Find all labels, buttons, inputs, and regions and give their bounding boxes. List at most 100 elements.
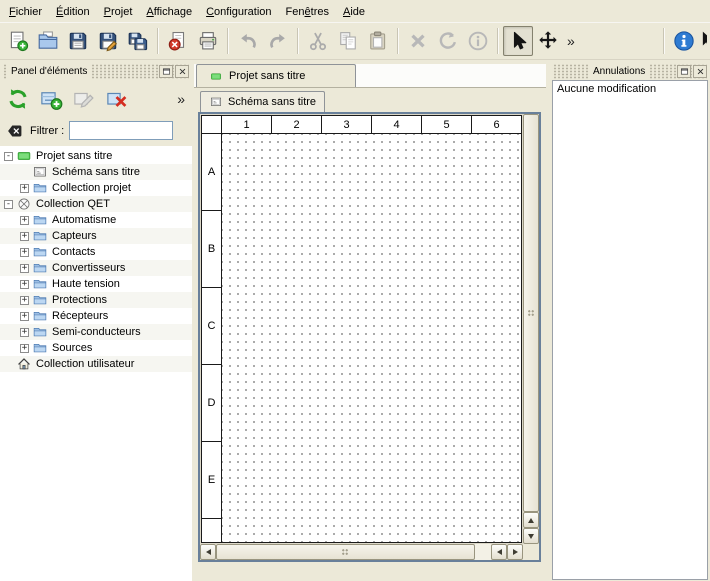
tree-item-convertisseurs[interactable]: + Convertisseurs bbox=[0, 260, 192, 276]
menu-fenetres[interactable]: Fenêtres bbox=[279, 1, 336, 22]
expand-expander-icon[interactable]: + bbox=[20, 344, 29, 353]
undo-panel-float-button[interactable] bbox=[677, 65, 691, 78]
tree-item-recepteurs[interactable]: +Récepteurs bbox=[0, 308, 192, 324]
expand-expander-icon[interactable]: + bbox=[20, 296, 29, 305]
expand-expander-icon[interactable]: + bbox=[20, 328, 29, 337]
move-tool-button[interactable] bbox=[533, 26, 563, 56]
column-headers: 123456 bbox=[202, 116, 521, 134]
elements-panel-close-button[interactable] bbox=[175, 65, 189, 78]
new-element-button[interactable] bbox=[36, 84, 66, 114]
clear-filter-button[interactable] bbox=[5, 123, 25, 139]
delete-element-button[interactable] bbox=[102, 84, 132, 114]
expand-expander-icon[interactable]: + bbox=[20, 216, 29, 225]
tree-item-haute-tension[interactable]: +Haute tension bbox=[0, 276, 192, 292]
elements-panel-titlebar[interactable]: Panel d'éléments bbox=[3, 64, 189, 79]
scroll-down-button[interactable] bbox=[523, 528, 539, 544]
tree-item-collection-qet[interactable]: -Collection QET bbox=[0, 196, 192, 212]
tree-item-label: Contacts bbox=[52, 246, 95, 258]
expand-expander-icon[interactable]: + bbox=[20, 248, 29, 257]
undo-panel: Annulations Aucune modification bbox=[550, 62, 710, 581]
tab-projet-sans-titre[interactable]: Projet sans titre bbox=[196, 64, 356, 87]
row-header-d: D bbox=[202, 365, 221, 442]
reload-button[interactable] bbox=[3, 84, 33, 114]
tree-item-label: Protections bbox=[52, 294, 107, 306]
expand-expander-icon[interactable]: + bbox=[20, 280, 29, 289]
down-arrow-icon bbox=[528, 534, 534, 539]
diagram-grid[interactable] bbox=[222, 134, 521, 542]
menu-fichier[interactable]: Fichier bbox=[2, 1, 49, 22]
vertical-scrollbar-thumb[interactable] bbox=[523, 114, 539, 512]
menu-aide[interactable]: Aide bbox=[336, 1, 372, 22]
tree-item-contacts[interactable]: + Contacts bbox=[0, 244, 192, 260]
new-document-button[interactable] bbox=[3, 26, 33, 56]
tree-item-sources[interactable]: +Sources bbox=[0, 340, 192, 356]
vertical-scrollbar[interactable] bbox=[523, 114, 539, 544]
tree-item-schema-sans-titre[interactable]: Schéma sans titre bbox=[0, 164, 192, 180]
row-header-b: B bbox=[202, 211, 221, 288]
close-dock-icon bbox=[696, 67, 705, 76]
tree-item-label: Convertisseurs bbox=[52, 262, 125, 274]
close-file-icon bbox=[167, 30, 189, 52]
save-as-button[interactable] bbox=[93, 26, 123, 56]
toolbar-separator bbox=[227, 28, 229, 54]
menu-projet[interactable]: Projet bbox=[97, 1, 140, 22]
save-button[interactable] bbox=[63, 26, 93, 56]
tab-schema-sans-titre[interactable]: Schéma sans titre bbox=[200, 91, 325, 112]
elements-toolbar: » bbox=[0, 80, 192, 118]
help-cursor-icon bbox=[699, 30, 707, 52]
collapse-expander-icon[interactable]: - bbox=[4, 152, 13, 161]
elements-panel-title: Panel d'éléments bbox=[7, 64, 91, 79]
open-project-icon bbox=[37, 30, 59, 52]
print-button[interactable] bbox=[193, 26, 223, 56]
close-file-button[interactable] bbox=[163, 26, 193, 56]
expand-expander-icon[interactable]: + bbox=[20, 232, 29, 241]
elements-panel-float-button[interactable] bbox=[159, 65, 173, 78]
undo-panel-close-button[interactable] bbox=[693, 65, 707, 78]
about-button[interactable] bbox=[669, 26, 699, 56]
help-button[interactable] bbox=[699, 26, 707, 56]
elements-toolbar-overflow-button[interactable]: » bbox=[177, 91, 189, 107]
select-tool-button[interactable] bbox=[503, 26, 533, 56]
tree-item-label: Projet sans titre bbox=[36, 150, 112, 162]
filter-input[interactable] bbox=[69, 121, 173, 140]
scroll-left-button[interactable] bbox=[200, 544, 216, 560]
horizontal-scrollbar-track[interactable] bbox=[216, 544, 491, 560]
collapse-expander-icon[interactable]: - bbox=[4, 200, 13, 209]
row-header-e: E bbox=[202, 442, 221, 519]
open-project-button[interactable] bbox=[33, 26, 63, 56]
expand-expander-icon[interactable]: + bbox=[20, 264, 29, 273]
float-dock-icon bbox=[680, 67, 689, 76]
save-all-button[interactable] bbox=[123, 26, 153, 56]
scroll-right-button[interactable] bbox=[507, 544, 523, 560]
scroll-up-button[interactable] bbox=[523, 512, 539, 528]
column-header-1: 1 bbox=[222, 116, 272, 133]
tree-item-projet-sans-titre[interactable]: - Projet sans titre bbox=[0, 148, 192, 164]
tree-item-protections[interactable]: + Protections bbox=[0, 292, 192, 308]
tree-item-semi-conducteurs[interactable]: +Semi-conducteurs bbox=[0, 324, 192, 340]
filter-row: Filtrer : bbox=[0, 118, 192, 146]
diagram-sheet[interactable]: 123456 ABCDE bbox=[201, 115, 522, 543]
up-arrow-icon bbox=[528, 518, 534, 523]
folder-icon bbox=[33, 229, 48, 243]
expand-expander-icon[interactable]: + bbox=[20, 312, 29, 321]
menu-affichage[interactable]: Affichage bbox=[139, 1, 199, 22]
scroll-left-button-end[interactable] bbox=[491, 544, 507, 560]
tree-item-automatisme[interactable]: +Automatisme bbox=[0, 212, 192, 228]
undo-panel-titlebar[interactable]: Annulations bbox=[553, 64, 707, 79]
element-info-icon bbox=[467, 30, 489, 52]
redo-icon bbox=[267, 30, 289, 52]
menu-edition[interactable]: Édition bbox=[49, 1, 97, 22]
horizontal-scrollbar[interactable] bbox=[200, 544, 523, 560]
tree-item-collection-utilisateur[interactable]: Collection utilisateur bbox=[0, 356, 192, 372]
qet-collection-icon bbox=[17, 197, 32, 211]
tree-item-collection-projet[interactable]: + Collection projet bbox=[0, 180, 192, 196]
folder-icon bbox=[33, 245, 48, 259]
tree-item-label: Collection projet bbox=[52, 182, 131, 194]
toolbar-overflow-button[interactable]: » bbox=[563, 33, 579, 49]
tree-item-capteurs[interactable]: +Capteurs bbox=[0, 228, 192, 244]
horizontal-scrollbar-thumb[interactable] bbox=[216, 544, 475, 560]
menu-configuration[interactable]: Configuration bbox=[199, 1, 278, 22]
expand-expander-icon[interactable]: + bbox=[20, 184, 29, 193]
folder-icon bbox=[33, 261, 48, 275]
undo-button bbox=[233, 26, 263, 56]
